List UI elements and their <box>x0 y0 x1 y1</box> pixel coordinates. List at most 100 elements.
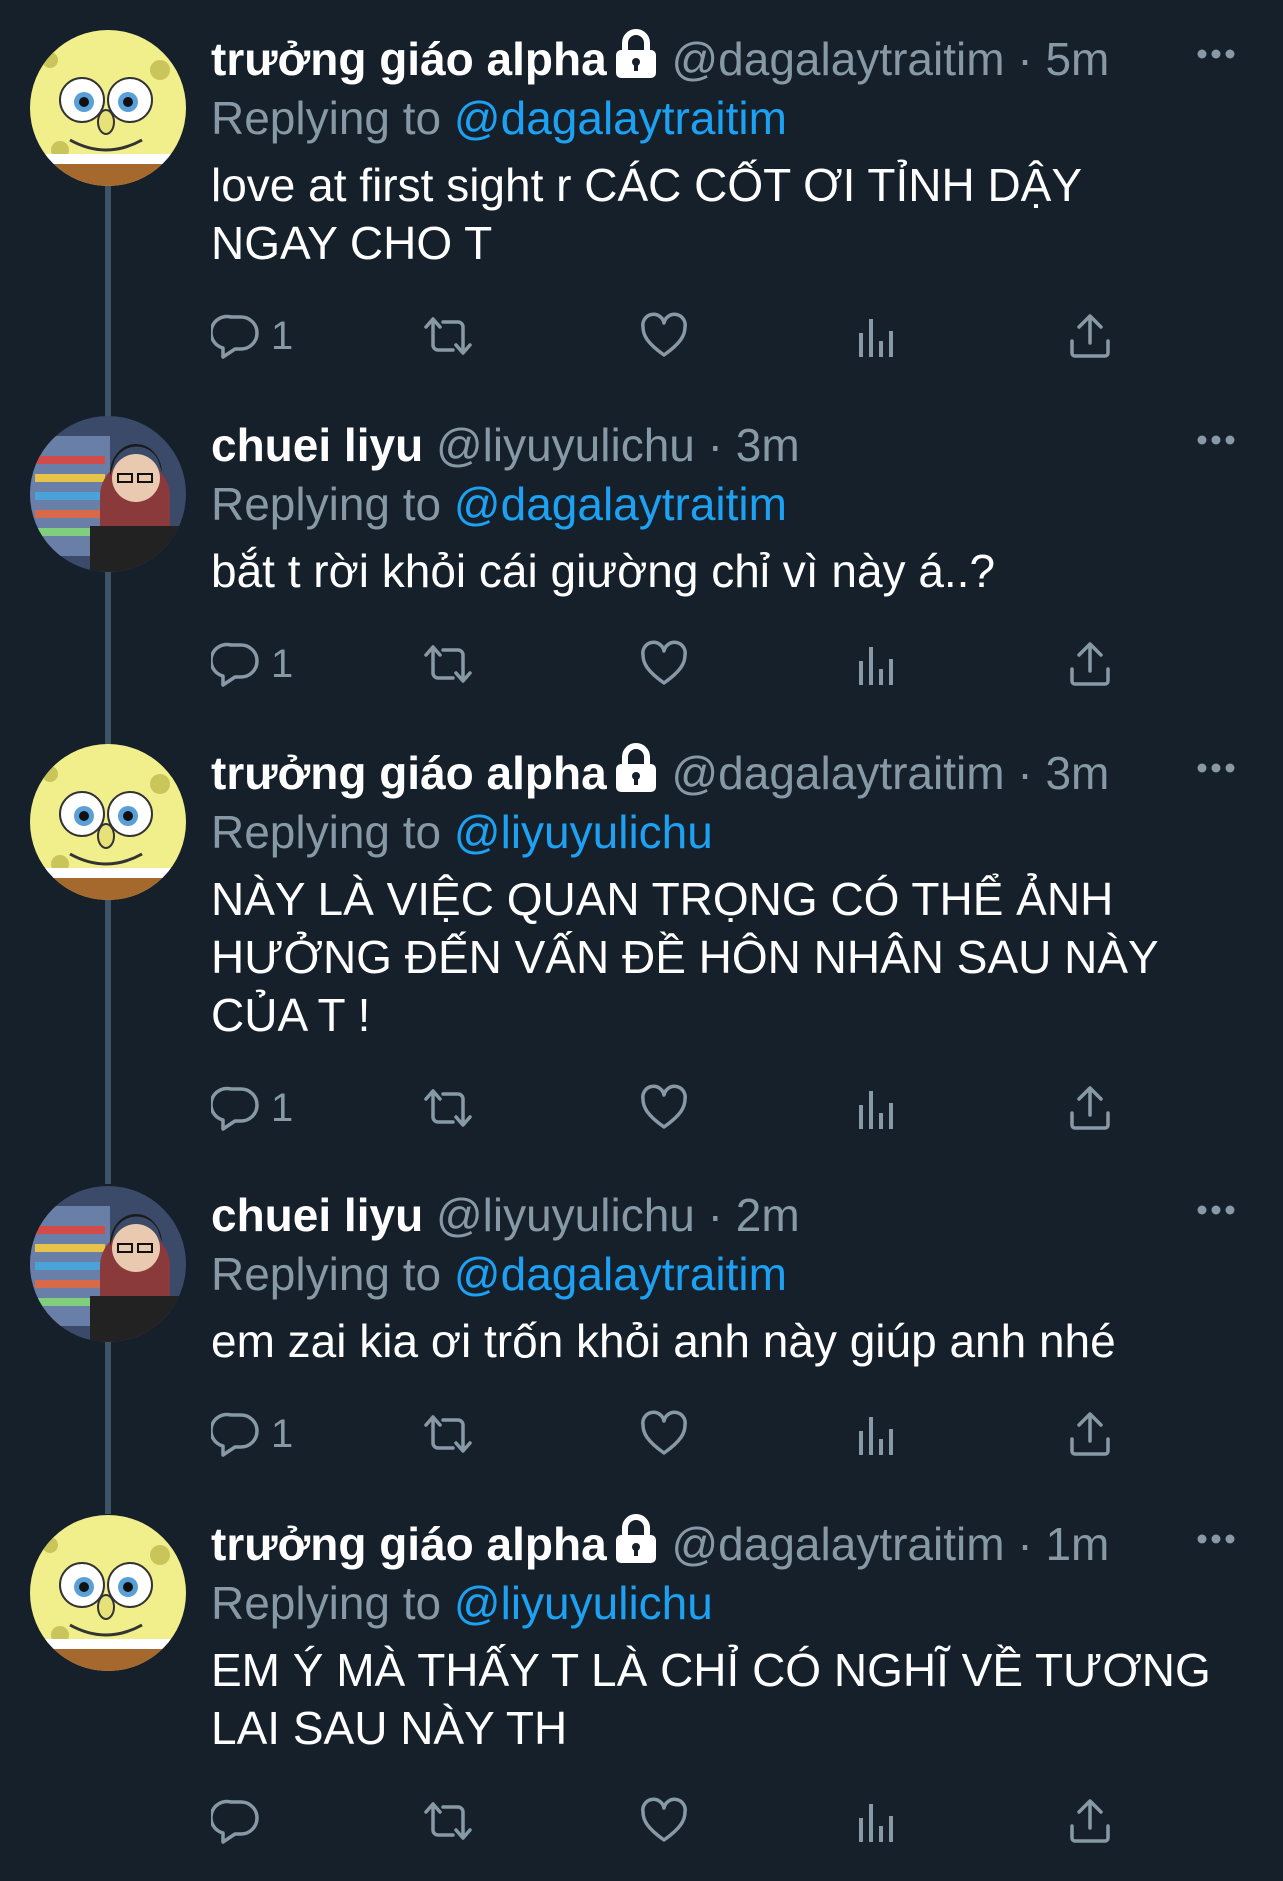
tweet-text: love at first sight r CÁC CỐT ƠI TỈNH DẬ… <box>211 159 1083 269</box>
reply-icon <box>211 314 259 359</box>
spongebob-avatar-icon <box>30 744 186 900</box>
more-options-icon[interactable] <box>1194 418 1238 462</box>
handle[interactable]: @dagalaytraitim <box>671 1518 1004 1570</box>
thread-line <box>105 1342 111 1514</box>
heart-icon <box>641 640 687 685</box>
reply-icon <box>211 1412 259 1457</box>
avatar[interactable] <box>30 30 186 186</box>
timestamp[interactable]: 3m <box>1045 747 1109 799</box>
share-button[interactable] <box>1065 1791 1115 1851</box>
display-name[interactable]: chuei liyu <box>211 419 423 471</box>
display-name[interactable]: trưởng giáo alpha <box>211 747 607 799</box>
replying-to: Replying to @dagalaytraitim <box>211 1246 1253 1304</box>
timestamp[interactable]: 1m <box>1045 1518 1109 1570</box>
analytics-button[interactable] <box>851 306 901 366</box>
like-button[interactable] <box>639 1404 689 1464</box>
spongebob-avatar-icon <box>30 1515 186 1671</box>
lock-icon <box>615 743 656 792</box>
share-button[interactable] <box>1065 306 1115 366</box>
reply-button[interactable]: 1 <box>211 306 293 366</box>
person-photo-avatar-icon <box>30 1186 186 1342</box>
heart-icon <box>641 1797 687 1842</box>
tweet-text: NÀY LÀ VIỆC QUAN TRỌNG CÓ THỂ ẢNH HƯỞNG … <box>211 873 1159 1041</box>
avatar[interactable] <box>30 1515 186 1671</box>
replying-to-label: Replying to <box>211 1577 442 1629</box>
reply-button[interactable]: 1 <box>211 1078 293 1138</box>
display-name[interactable]: trưởng giáo alpha <box>211 1518 607 1570</box>
timestamp[interactable]: 3m <box>736 419 800 471</box>
handle[interactable]: @liyuyulichu <box>436 1189 695 1241</box>
analytics-button[interactable] <box>851 1078 901 1138</box>
like-button[interactable] <box>639 306 689 366</box>
reply-button[interactable]: 1 <box>211 634 293 694</box>
replying-to: Replying to @liyuyulichu <box>211 804 1253 862</box>
replying-to-handle[interactable]: @dagalaytraitim <box>454 478 787 530</box>
analytics-icon <box>859 1091 893 1129</box>
handle[interactable]: @liyuyulichu <box>436 419 695 471</box>
reply-count: 1 <box>271 1411 294 1456</box>
retweet-button[interactable] <box>423 1791 473 1851</box>
reply-button[interactable] <box>211 1791 271 1851</box>
display-name[interactable]: chuei liyu <box>211 1189 423 1241</box>
replying-to-handle[interactable]: @dagalaytraitim <box>454 1248 787 1300</box>
replying-to: Replying to @dagalaytraitim <box>211 476 1253 534</box>
replying-to-handle[interactable]: @liyuyulichu <box>454 1577 713 1629</box>
share-icon <box>1070 1412 1110 1456</box>
analytics-button[interactable] <box>851 634 901 694</box>
reply-icon <box>211 1086 259 1131</box>
more-options-icon[interactable] <box>1194 746 1238 790</box>
replying-to-handle[interactable]: @dagalaytraitim <box>454 92 787 144</box>
avatar[interactable] <box>30 1186 186 1342</box>
share-icon <box>1070 1086 1110 1130</box>
replying-to: Replying to @dagalaytraitim <box>211 90 1253 148</box>
analytics-icon <box>859 647 893 685</box>
retweet-button[interactable] <box>423 306 473 366</box>
reply-count: 1 <box>271 1085 294 1130</box>
share-button[interactable] <box>1065 1404 1115 1464</box>
share-icon <box>1070 314 1110 358</box>
display-name[interactable]: trưởng giáo alpha <box>211 33 607 85</box>
reply-count: 1 <box>271 313 294 358</box>
replying-to-label: Replying to <box>211 806 442 858</box>
analytics-icon <box>859 1417 893 1455</box>
reply-icon <box>211 642 259 687</box>
share-button[interactable] <box>1065 634 1115 694</box>
share-button[interactable] <box>1065 1078 1115 1138</box>
analytics-button[interactable] <box>851 1404 901 1464</box>
heart-icon <box>641 1410 687 1455</box>
tweet-actions: 1 <box>211 1404 1253 1464</box>
timestamp[interactable]: 2m <box>736 1189 800 1241</box>
tweet-text: em zai kia ơi trốn khỏi anh này giúp anh… <box>211 1315 1116 1367</box>
tweet-text: bắt t rời khỏi cái giường chỉ vì này á..… <box>211 545 996 597</box>
retweet-button[interactable] <box>423 1404 473 1464</box>
retweet-button[interactable] <box>423 634 473 694</box>
spongebob-avatar-icon <box>30 30 186 186</box>
timestamp[interactable]: 5m <box>1045 33 1109 85</box>
tweet-text: EM Ý MÀ THẤY T LÀ CHỈ CÓ NGHĨ VỀ TƯƠNG L… <box>211 1644 1211 1754</box>
replying-to-label: Replying to <box>211 1248 442 1300</box>
retweet-icon <box>424 1089 472 1127</box>
separator-dot: · <box>707 1189 723 1241</box>
more-options-icon[interactable] <box>1194 32 1238 76</box>
like-button[interactable] <box>639 1791 689 1851</box>
analytics-button[interactable] <box>851 1791 901 1851</box>
like-button[interactable] <box>639 634 689 694</box>
replying-to-label: Replying to <box>211 92 442 144</box>
replying-to-handle[interactable]: @liyuyulichu <box>454 806 713 858</box>
thread-line <box>105 900 111 1184</box>
reply-count: 1 <box>271 641 294 686</box>
like-button[interactable] <box>639 1078 689 1138</box>
avatar[interactable] <box>30 744 186 900</box>
replying-to: Replying to @liyuyulichu <box>211 1575 1253 1633</box>
more-options-icon[interactable] <box>1194 1188 1238 1232</box>
reply-button[interactable]: 1 <box>211 1404 293 1464</box>
analytics-icon <box>859 319 893 357</box>
handle[interactable]: @dagalaytraitim <box>671 747 1004 799</box>
retweet-button[interactable] <box>423 1078 473 1138</box>
handle[interactable]: @dagalaytraitim <box>671 33 1004 85</box>
avatar[interactable] <box>30 416 186 572</box>
more-options-icon[interactable] <box>1194 1517 1238 1561</box>
retweet-icon <box>424 1802 472 1840</box>
separator-dot: · <box>1017 33 1033 85</box>
lock-icon <box>615 29 656 78</box>
